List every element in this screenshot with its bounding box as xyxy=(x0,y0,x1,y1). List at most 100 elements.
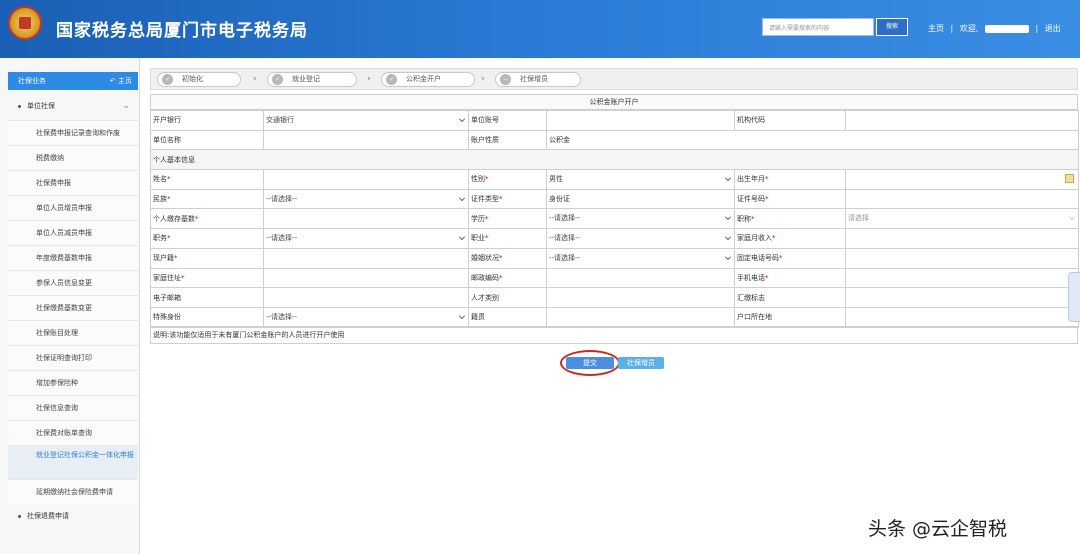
required-mark: * xyxy=(167,175,171,184)
postcode-input[interactable] xyxy=(546,267,735,289)
search-button[interactable]: 搜索 xyxy=(876,18,908,36)
calendar-icon[interactable] xyxy=(1065,174,1074,184)
required-mark: * xyxy=(167,195,171,204)
title-select[interactable]: 请选择 xyxy=(845,208,1079,230)
sum-flag-input[interactable] xyxy=(845,287,1079,308)
origin-input[interactable] xyxy=(546,306,735,328)
label: 邮政编码* xyxy=(468,267,547,289)
name-input[interactable] xyxy=(263,169,469,190)
select-value: --请选择-- xyxy=(549,253,581,262)
logout-link[interactable]: 退出 xyxy=(1045,24,1061,33)
special-select[interactable]: --请选择-- xyxy=(263,306,469,328)
label: 人才类别 xyxy=(468,287,547,308)
label: 职业* xyxy=(468,228,547,249)
label: 姓名* xyxy=(150,169,264,190)
label: 汇缴标志 xyxy=(734,287,846,308)
sidebar-item[interactable]: 延期缴纳社会保险费申请 xyxy=(8,479,138,504)
talent-input[interactable] xyxy=(546,287,735,308)
email-input[interactable] xyxy=(263,287,469,308)
home-link[interactable]: 主页 xyxy=(928,24,944,33)
select-value: --请选择-- xyxy=(266,234,298,243)
cert-type-value: 身份证 xyxy=(546,188,735,210)
sidebar-item-active[interactable]: 就业登记社保公积金一体化申报 xyxy=(8,445,138,479)
select-placeholder: 请选择 xyxy=(848,214,869,223)
label-text: 证件类型 xyxy=(471,195,499,204)
step-label: 就业登记 xyxy=(292,75,320,83)
form-title: 公积金账户开户 xyxy=(150,94,1078,110)
required-mark: * xyxy=(779,254,783,263)
label-text: 现户籍 xyxy=(153,254,174,263)
sep: | xyxy=(950,24,954,33)
sidebar-item[interactable]: 社保费申报 xyxy=(8,170,138,195)
sidebar-group-unit-social[interactable]: 单位社保 ⌄ xyxy=(8,94,138,118)
label-text: 姓名 xyxy=(153,175,167,184)
header: 国家税务总局厦门市电子税务局 请输入需要搜索的内容 搜索 主页 | 欢迎, | … xyxy=(0,0,1080,58)
label-text: 手机电话 xyxy=(737,273,765,282)
select-value: 交通银行 xyxy=(266,116,294,124)
chevron-down-icon xyxy=(725,253,731,260)
chevron-down-icon xyxy=(459,234,465,241)
sidebar-item[interactable]: 社保费对账单查询 xyxy=(8,420,138,445)
step-social-add[interactable]: − 社保增员 xyxy=(495,72,581,87)
search-input[interactable]: 请输入需要搜索的内容 xyxy=(762,18,874,36)
marital-select[interactable]: --请选择-- xyxy=(546,247,735,269)
chevron-down-icon xyxy=(459,116,465,122)
sidebar-item[interactable]: 参保人员信息变更 xyxy=(8,270,138,295)
deposit-base-input[interactable] xyxy=(263,208,469,230)
label: 学历* xyxy=(468,208,547,230)
occupation-select[interactable]: --请选择-- xyxy=(546,228,735,249)
label-text: 家庭月收入 xyxy=(737,234,772,243)
floating-side-tab[interactable] xyxy=(1068,272,1080,322)
select-value: --请选择-- xyxy=(549,214,581,223)
seal-icon xyxy=(8,6,42,40)
sidebar-item[interactable]: 税费缴纳 xyxy=(8,145,138,170)
step-fund-open[interactable]: ✓ 公积金开户 xyxy=(381,72,475,87)
sidebar-item[interactable]: 社保信息查询 xyxy=(8,395,138,420)
nation-select[interactable]: --请选择-- xyxy=(263,188,469,210)
step-progress: ✓ 初始化 › ✓ 就业登记 › ✓ 公积金开户 › − 社保增员 xyxy=(150,68,1078,90)
required-mark: * xyxy=(765,175,769,184)
birth-date-input[interactable] xyxy=(845,169,1079,190)
open-bank-select[interactable]: 交通银行 xyxy=(263,110,469,131)
label: 证件号码* xyxy=(734,188,846,210)
required-mark: * xyxy=(181,273,185,282)
group-label: 社保退费申请 xyxy=(27,512,69,520)
chevron-right-icon: › xyxy=(253,74,257,84)
duty-select[interactable]: --请选择-- xyxy=(263,228,469,249)
label: 特殊身份 xyxy=(150,306,264,328)
mobile-input[interactable] xyxy=(845,267,1079,289)
sidebar-item[interactable]: 年度缴费基数申报 xyxy=(8,245,138,270)
phone-input[interactable] xyxy=(845,247,1079,269)
address-input[interactable] xyxy=(263,267,469,289)
sidebar-item[interactable]: 单位人员增员申报 xyxy=(8,195,138,220)
education-select[interactable]: --请选择-- xyxy=(546,208,735,230)
required-mark: * xyxy=(765,273,769,282)
sidebar-item[interactable]: 社保缴费基数变更 xyxy=(8,295,138,320)
org-code-field[interactable] xyxy=(845,110,1079,131)
label: 电子邮箱 xyxy=(150,287,264,308)
step-employment[interactable]: ✓ 就业登记 xyxy=(267,72,357,87)
label-text: 性别 xyxy=(471,175,485,184)
step-init[interactable]: ✓ 初始化 xyxy=(157,72,241,87)
fund-account-form: 开户银行 交通银行 单位账号 机构代码 单位名称 账户性质 公积金 个人基本信息… xyxy=(150,110,1079,328)
income-input[interactable] xyxy=(845,228,1079,249)
sidebar-item[interactable]: 社保费申报记录查询和作废 xyxy=(8,120,138,145)
label: 出生年月* xyxy=(734,169,846,190)
step-label: 社保增员 xyxy=(520,75,548,83)
required-mark: * xyxy=(485,214,489,223)
seal-caption xyxy=(8,42,48,48)
hukou-input[interactable] xyxy=(263,247,469,269)
sidebar-group-refund[interactable]: 社保退费申请 xyxy=(8,504,138,528)
sidebar-item[interactable]: 单位人员减员申报 xyxy=(8,220,138,245)
gender-select[interactable]: 男性 xyxy=(546,169,735,190)
sidebar-item[interactable]: 增加参保险种 xyxy=(8,370,138,395)
label-text: 证件号码 xyxy=(737,195,765,204)
social-add-button[interactable]: 社保增员 xyxy=(618,357,664,369)
sidebar-item[interactable]: 社保账目处理 xyxy=(8,320,138,345)
sidebar-item[interactable]: 社保证明查询打印 xyxy=(8,345,138,370)
registered-input[interactable] xyxy=(845,306,1079,328)
sidebar-home-link[interactable]: ↶ 主页 xyxy=(110,72,132,90)
sidebar-home-label: 主页 xyxy=(118,77,132,85)
chevron-down-icon: ⌄ xyxy=(122,101,130,111)
label-text: 固定电话号码 xyxy=(737,254,779,263)
